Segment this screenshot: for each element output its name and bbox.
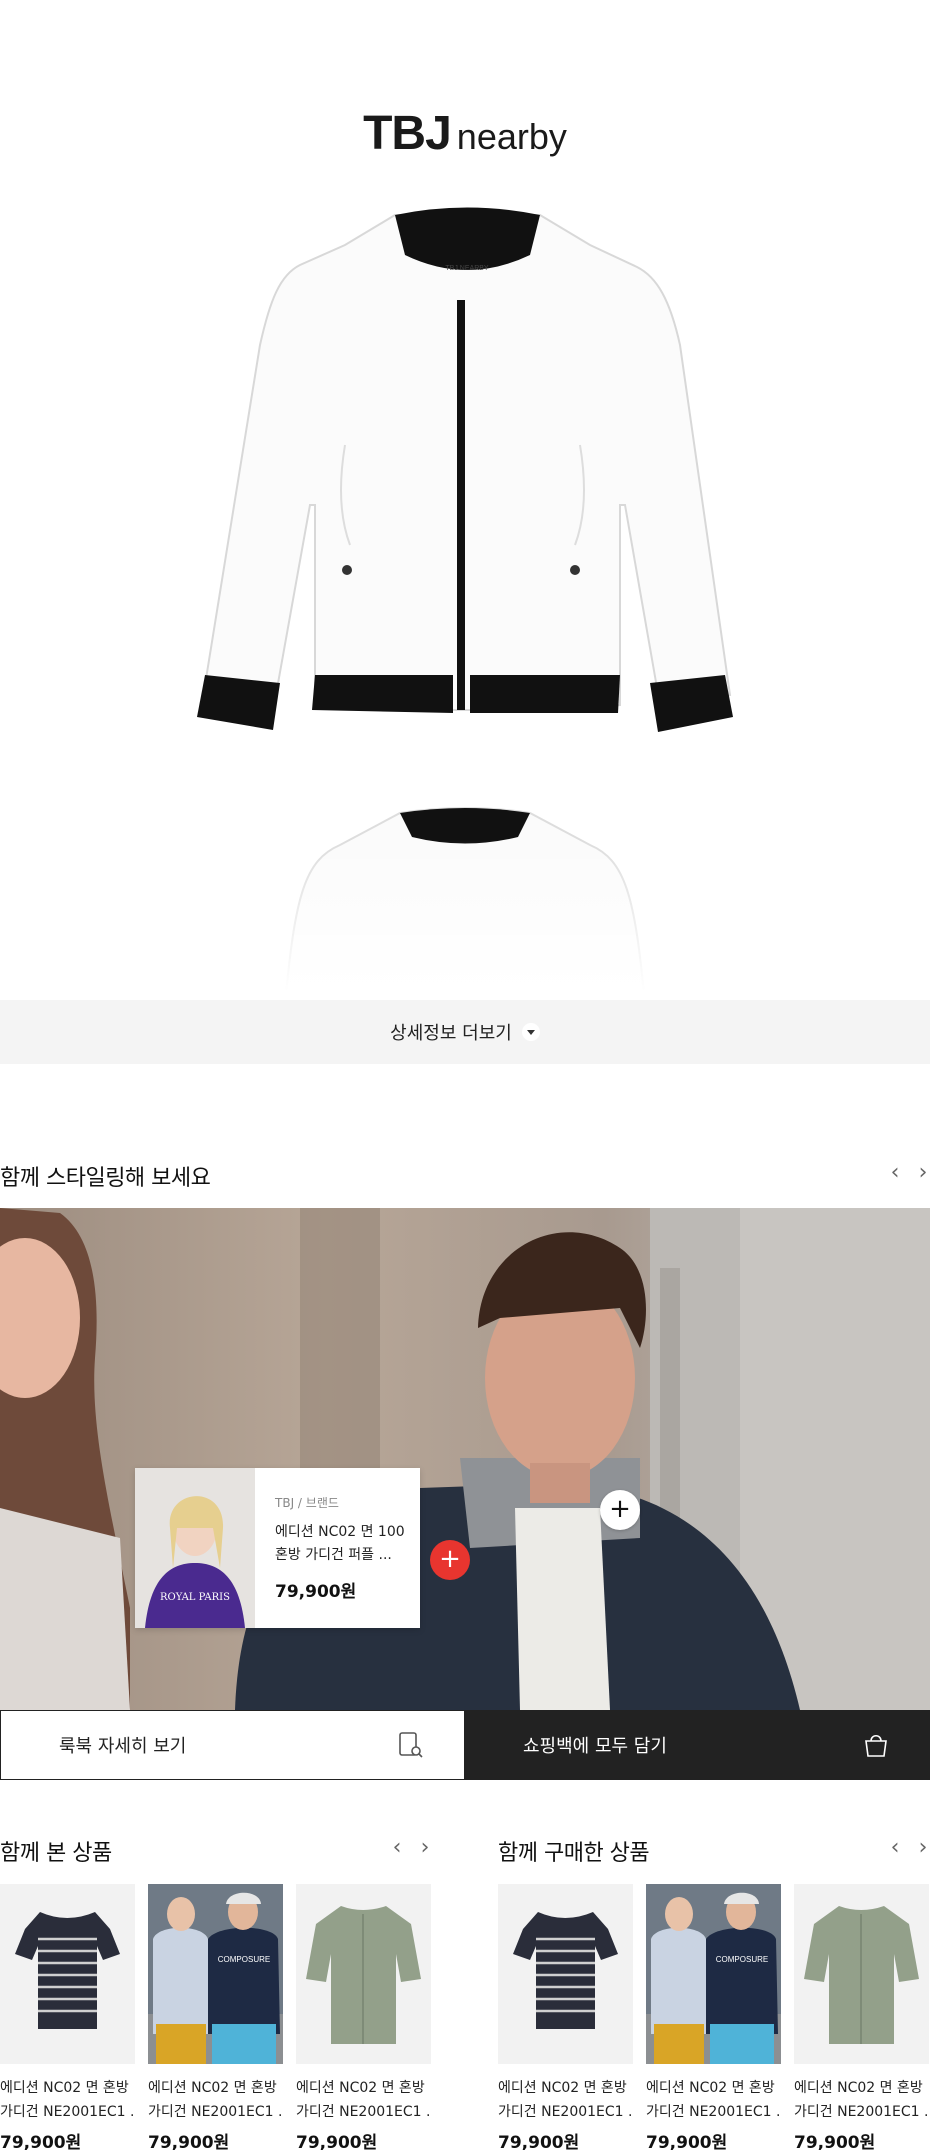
chevron-down-icon [521,1023,540,1041]
product-image: COMPOSURE [646,1884,781,2064]
product-name: 에디션 NC02 면 혼방 [646,2080,775,2096]
chevron-right-icon[interactable]: › [916,1835,930,1860]
viewed-carousel-arrows: ‹ › [390,1835,432,1860]
product-item[interactable]: COMPOSURE 에디션 NC02 면 혼방 가디건 NE2001EC1 ..… [148,1884,283,2150]
brand-logo-main: TBJ [363,107,452,160]
lookbook-product-thumbnail: ROYAL PARIS [135,1468,255,1628]
styling-section-title: 함께 스타일링해 보세요 [0,1166,211,1191]
sweatshirt-print-text: ROYAL PARIS [160,1592,230,1603]
bought-together-list: 에디션 NC02 면 혼방 가디건 NE2001EC1 ... 79,900원 … [498,1884,929,2150]
lookbook-product-price: 79,900원 [275,1582,357,1602]
lookbook-image [0,1208,930,1710]
neck-label-text: TBJ NEARBY [445,265,489,272]
product-name: 에디션 NC02 면 혼방 [148,2080,277,2096]
product-image [0,1884,135,2064]
product-image [498,1884,633,2064]
product-price: 79,900원 [794,2133,876,2150]
add-all-to-bag-button[interactable]: 쇼핑백에 모두 담기 [465,1710,930,1780]
lookbook-product-name: 에디션 NC02 면 100 혼방 가디건 퍼플 ... [275,1524,405,1563]
tee-print-text: COMPOSURE [716,1955,768,1964]
book-search-icon [399,1732,423,1758]
hotspot-add-red-button[interactable]: + [430,1540,470,1580]
product-image: COMPOSURE [148,1884,283,2064]
product-name-line2: 가디건 NE2001EC1 ... [646,2104,781,2120]
product-name: 에디션 NC02 면 혼방 [498,2080,627,2096]
detail-more-button[interactable]: 상세정보 더보기 [0,1000,930,1064]
product-name: 에디션 NC02 면 혼방 [794,2080,923,2096]
brand-logo-sub: nearby [456,116,567,157]
product-name-line2: 가디건 NE2001EC1 ... [148,2104,283,2120]
brand-logo: TBJ nearby [0,106,930,161]
product-price: 79,900원 [0,2133,82,2150]
chevron-right-icon[interactable]: › [916,1160,930,1185]
product-name: 에디션 NC02 면 혼방 [0,2080,129,2096]
chevron-right-icon[interactable]: › [418,1835,432,1860]
bought-together-title: 함께 구매한 상품 [498,1841,650,1866]
image-fade-overlay [0,840,930,1005]
product-image-front: TBJ NEARBY [197,207,733,732]
chevron-left-icon[interactable]: ‹ [888,1835,902,1860]
product-name-line2: 가디건 NE2001EC1 ... [0,2104,135,2120]
product-name-line2: 가디건 NE2001EC1 ... [498,2104,633,2120]
tee-print-text: COMPOSURE [218,1955,270,1964]
hotspot-add-white-button[interactable]: + [600,1490,640,1530]
chevron-left-icon[interactable]: ‹ [390,1835,404,1860]
product-price: 79,900원 [148,2133,230,2150]
styling-carousel-arrows: ‹ › [888,1160,930,1185]
product-item[interactable]: 에디션 NC02 면 혼방 가디건 NE2001EC1 ... 79,900원 [498,1884,633,2150]
viewed-together-list: 에디션 NC02 면 혼방 가디건 NE2001EC1 ... 79,900원 … [0,1884,431,2150]
product-item[interactable]: COMPOSURE 에디션 NC02 면 혼방 가디건 NE2001EC1 ..… [646,1884,781,2150]
product-image [794,1884,929,2064]
lookbook-product-card[interactable]: ROYAL PARIS TBJ / 브랜드 에디션 NC02 면 100 혼방 … [135,1468,420,1628]
product-name: 에디션 NC02 면 혼방 [296,2080,425,2096]
chevron-left-icon[interactable]: ‹ [888,1160,902,1185]
product-name-line2: 가디건 NE2001EC1 ... [794,2104,929,2120]
product-item[interactable]: 에디션 NC02 면 혼방 가디건 NE2001EC1 ... 79,900원 [0,1884,135,2150]
add-all-to-bag-label: 쇼핑백에 모두 담기 [523,1736,667,1757]
product-item[interactable]: 에디션 NC02 면 혼방 가디건 NE2001EC1 ... 79,900원 [296,1884,431,2150]
product-price: 79,900원 [646,2133,728,2150]
product-item[interactable]: 에디션 NC02 면 혼방 가디건 NE2001EC1 ... 79,900원 [794,1884,929,2150]
product-price: 79,900원 [296,2133,378,2150]
detail-more-label: 상세정보 더보기 [390,1023,512,1044]
product-name-line2: 가디건 NE2001EC1 ... [296,2104,431,2120]
bought-carousel-arrows: ‹ › [888,1835,930,1860]
lookbook-detail-label: 룩북 자세히 보기 [59,1736,187,1757]
shopping-bag-icon [865,1734,887,1757]
product-price: 79,900원 [498,2133,580,2150]
product-image [296,1884,431,2064]
lookbook-product-brand: TBJ / 브랜드 [275,1496,339,1510]
viewed-together-title: 함께 본 상품 [0,1841,112,1866]
lookbook-detail-button[interactable]: 룩북 자세히 보기 [0,1710,465,1780]
